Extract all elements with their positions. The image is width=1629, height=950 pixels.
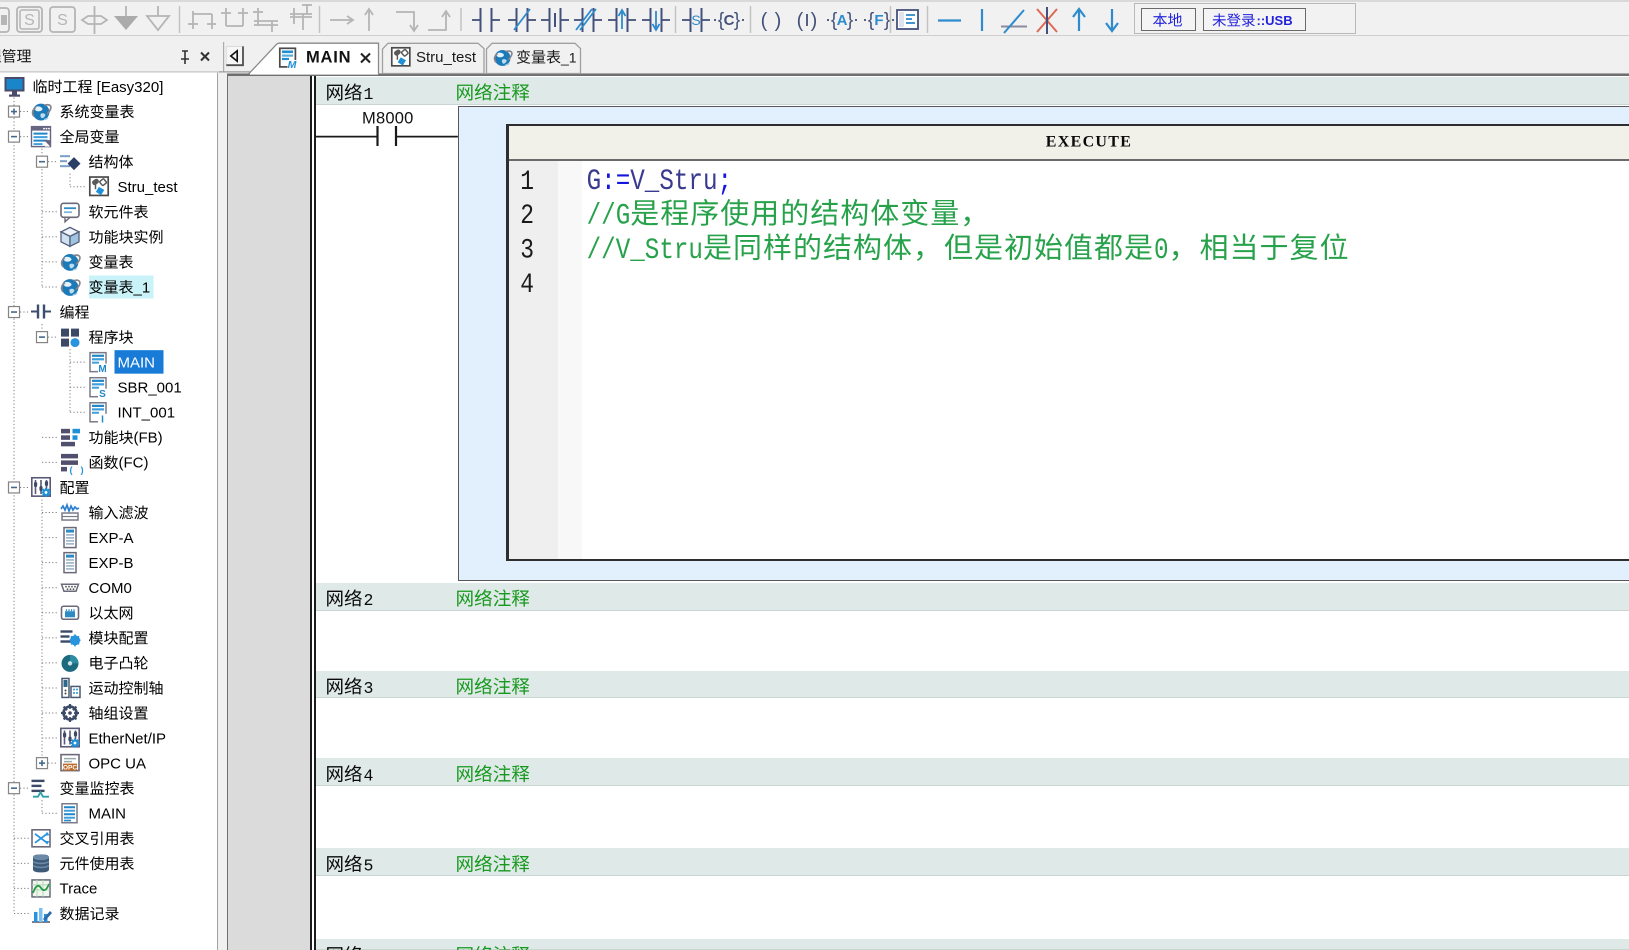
svg-text:1: 1: [364, 85, 374, 104]
svg-text:_1: _1: [560, 50, 577, 66]
svg-text:4: 4: [520, 269, 534, 301]
svg-text:): ): [811, 10, 818, 32]
svg-text:S: S: [24, 12, 35, 29]
svg-text:MAIN: MAIN: [89, 806, 127, 823]
svg-text:S: S: [57, 12, 68, 29]
svg-text:Trace: Trace: [60, 881, 98, 898]
svg-text:EXECUTE: EXECUTE: [1046, 134, 1132, 151]
svg-text:SBR_001: SBR_001: [118, 380, 182, 397]
svg-text:S: S: [99, 389, 106, 400]
svg-text:MAIN: MAIN: [118, 354, 156, 371]
svg-text:}: }: [884, 10, 890, 31]
svg-text:( ): ( ): [69, 466, 85, 476]
svg-text:): ): [775, 10, 782, 32]
svg-text://G: //G: [587, 199, 631, 233]
svg-text:::USB: ::USB: [1257, 13, 1293, 28]
svg-text::=: :=: [601, 165, 630, 199]
svg-text:M: M: [288, 59, 297, 71]
svg-text:MAIN: MAIN: [306, 49, 351, 67]
svg-text:M8000: M8000: [362, 110, 413, 128]
svg-text:F: F: [874, 12, 883, 29]
svg-text:(: (: [761, 10, 768, 32]
svg-text:M: M: [98, 364, 106, 375]
svg-text:4: 4: [364, 767, 374, 786]
svg-text:EXP-A: EXP-A: [89, 530, 134, 547]
svg-text:;: ;: [718, 165, 733, 199]
svg-text:EtherNet/IP: EtherNet/IP: [89, 730, 167, 747]
svg-text:EXP-B: EXP-B: [89, 555, 134, 572]
svg-text:}: }: [734, 10, 740, 31]
svg-text:A: A: [837, 12, 848, 29]
svg-text:(FB): (FB): [134, 430, 163, 447]
svg-text:[Easy320]: [Easy320]: [93, 79, 164, 96]
svg-text:(FC): (FC): [119, 455, 149, 472]
svg-text:3: 3: [520, 235, 534, 267]
svg-text:Stru_test: Stru_test: [118, 179, 179, 196]
svg-text:2: 2: [520, 200, 534, 232]
svg-text:3: 3: [364, 679, 374, 698]
svg-text:G: G: [587, 165, 602, 199]
svg-text:2: 2: [364, 591, 374, 610]
svg-text:0: 0: [1154, 234, 1169, 268]
svg-text:Stru_test: Stru_test: [416, 49, 477, 66]
svg-text:}: }: [847, 10, 853, 31]
svg-text:1: 1: [520, 166, 534, 198]
svg-text:I: I: [101, 414, 104, 425]
svg-text:OPC UA: OPC UA: [89, 755, 147, 772]
svg-text:C: C: [724, 12, 735, 29]
svg-text:V_Stru: V_Stru: [630, 165, 717, 199]
svg-text:COM0: COM0: [89, 580, 132, 597]
svg-text:OPC: OPC: [63, 765, 77, 772]
svg-text:(: (: [797, 10, 804, 32]
svg-text://V_Stru: //V_Stru: [587, 234, 703, 268]
svg-text:_1: _1: [133, 279, 151, 296]
svg-text:S: S: [691, 12, 700, 28]
svg-text:INT_001: INT_001: [118, 405, 176, 422]
svg-text:5: 5: [364, 857, 374, 876]
